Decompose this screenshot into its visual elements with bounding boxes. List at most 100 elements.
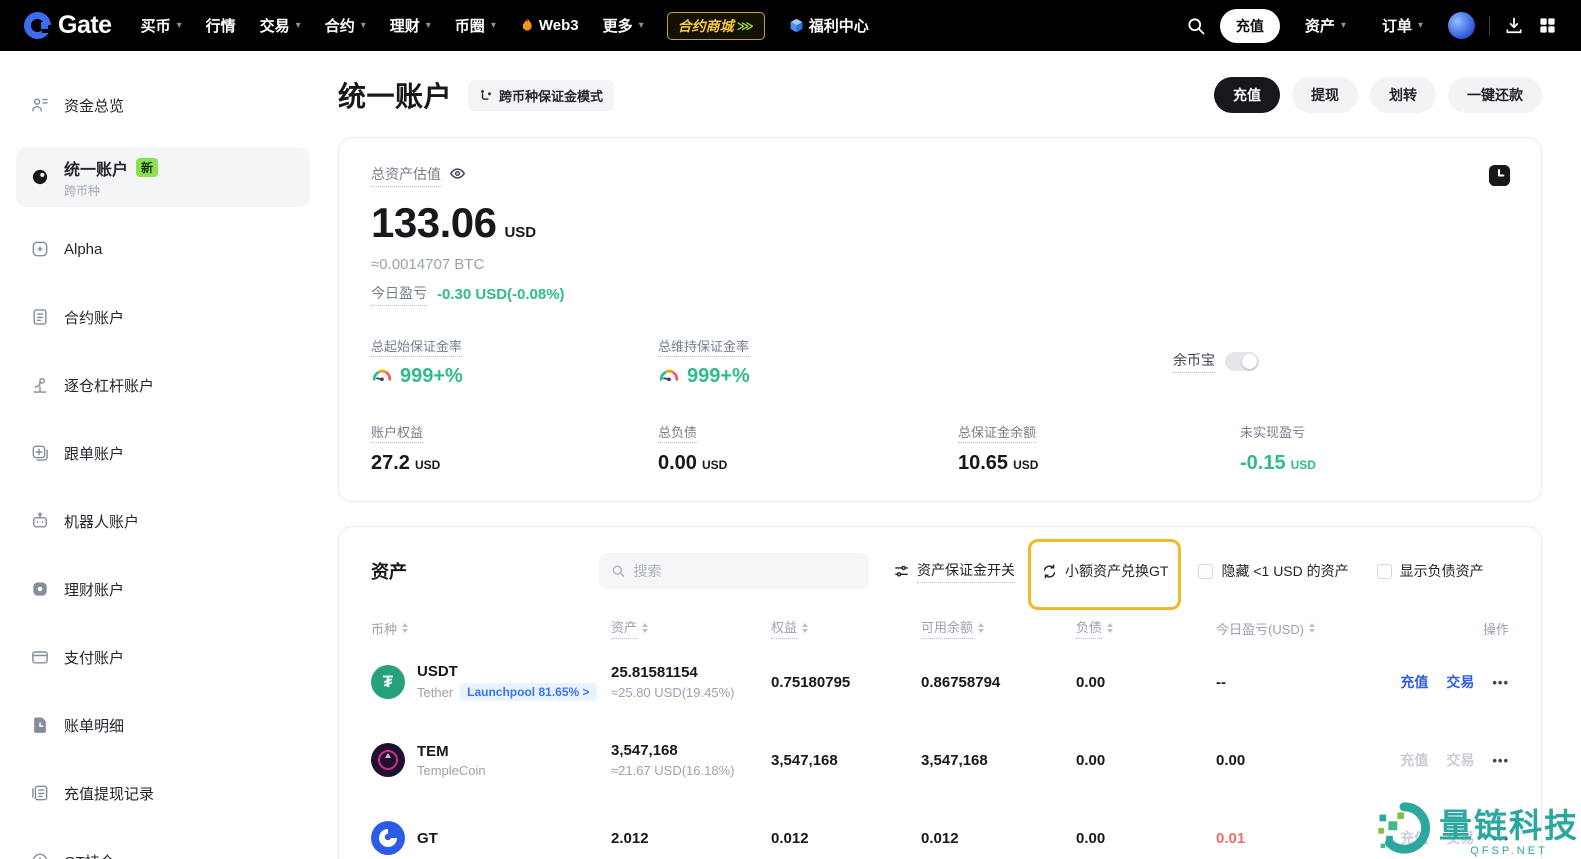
sidebar-item-alpha[interactable]: Alpha <box>30 229 300 269</box>
futures-mall-badge[interactable]: 合约商城 <box>666 11 765 40</box>
deposit-button[interactable]: 充值 <box>1214 77 1280 113</box>
gate-logo-icon <box>24 12 51 39</box>
assets-search-input[interactable] <box>633 563 857 579</box>
gate-logo-text: Gate <box>58 11 112 39</box>
nav-item-futures[interactable]: 合约 <box>314 15 377 36</box>
search-icon[interactable] <box>1186 16 1206 36</box>
sidebar-item-deposit-withdraw-history[interactable]: 充值提现记录 <box>30 773 300 813</box>
column-debt[interactable]: 负债 <box>1076 617 1216 639</box>
table-row-usdt: ₮ USDT Tether Launchpool 81.65% > 25.815… <box>371 647 1509 717</box>
history-icon[interactable] <box>1488 164 1511 192</box>
earn-account-icon <box>33 582 47 596</box>
nav-deposit-button[interactable]: 充值 <box>1219 8 1280 43</box>
more-actions-icon[interactable] <box>1492 675 1509 690</box>
sidebar-item-payment-account[interactable]: 支付账户 <box>30 637 300 677</box>
column-coin[interactable]: 币种 <box>371 619 611 638</box>
gauge-icon <box>659 369 679 381</box>
table-row-tem: TEM TempleCoin 3,547,168 ≈21.67 USD(16.18… <box>371 725 1509 795</box>
avatar[interactable] <box>1448 12 1475 39</box>
gate-logo[interactable]: Gate <box>24 11 112 40</box>
convert-icon <box>1043 564 1056 578</box>
sidebar-item-funds-overview[interactable]: 资金总览 <box>30 85 300 125</box>
funds-overview-icon <box>32 98 48 112</box>
today-pnl-label: 今日盈亏 <box>371 283 427 306</box>
sidebar-item-futures-account[interactable]: 合约账户 <box>30 297 300 337</box>
overview-card: 总资产估值 133.06 USD ≈0.0014707 BTC 今日盈亏 -0.… <box>338 137 1542 502</box>
copy-trading-icon <box>32 445 48 461</box>
total-asset-label: 总资产估值 <box>371 164 441 187</box>
trade-action-disabled: 交易 <box>1446 752 1475 768</box>
margin-switch-control[interactable]: 资产保证金开关 <box>893 560 1015 583</box>
stat-account-equity: 账户权益 27.2 USD <box>371 425 441 474</box>
nav-item-trade[interactable]: 交易 <box>249 15 312 36</box>
total-asset-value: 133.06 <box>371 199 497 246</box>
yubibao-block: 余币宝 <box>1173 350 1509 373</box>
column-assets[interactable]: 资产 <box>611 617 771 639</box>
margin-switch-icon <box>895 565 908 577</box>
more-actions-icon[interactable] <box>1492 831 1509 846</box>
futures-account-icon <box>33 309 47 325</box>
nav-item-more[interactable]: 更多 <box>592 15 655 36</box>
bill-details-icon <box>34 717 46 733</box>
nav-divider <box>1489 15 1490 36</box>
main-content: 统一账户 跨币种保证金模式 充值 提现 划转 一键还款 总资产估值 133.06… <box>318 51 1581 859</box>
column-available[interactable]: 可用余额 <box>921 617 1076 639</box>
assets-table-header: 币种 资产 权益 可用余额 负债 今日盈亏(USD) 操作 <box>371 617 1509 639</box>
download-app-icon[interactable] <box>1504 16 1524 36</box>
nav-item-buy-crypto[interactable]: 买币 <box>130 15 193 36</box>
total-asset-unit: USD <box>504 224 537 241</box>
eye-icon[interactable] <box>449 165 466 187</box>
nav-item-earn[interactable]: 理财 <box>379 15 442 36</box>
new-badge: 新 <box>136 158 159 177</box>
search-box[interactable] <box>599 553 869 589</box>
top-nav: Gate 买币 行情 交易 合约 理财 币圈 Web3 更多 合约商城 福利中心… <box>0 0 1581 51</box>
sidebar-item-subtitle: 跨币种 <box>64 183 101 198</box>
yubibao-toggle[interactable] <box>1225 352 1259 371</box>
sidebar-item-gt-holdings[interactable]: GT持仓 <box>30 841 300 859</box>
deposit-action[interactable]: 充值 <box>1400 672 1428 692</box>
sidebar-item-earn-account[interactable]: 理财账户 <box>30 569 300 609</box>
margin-mode-badge[interactable]: 跨币种保证金模式 <box>468 79 615 111</box>
usdt-coin-icon: ₮ <box>371 665 405 699</box>
nav-item-assets[interactable]: 资产 <box>1294 15 1357 36</box>
maintenance-margin-label: 总维持保证金率 <box>658 339 750 357</box>
sidebar-item-bot-account[interactable]: 机器人账户 <box>30 501 300 541</box>
sidebar-item-isolated-margin-account[interactable]: 逐仓杠杆账户 <box>30 365 300 405</box>
search-icon <box>612 565 625 577</box>
alpha-icon <box>32 241 48 257</box>
assets-card: 资产 资产保证金开关 小额资产兑换GT 隐藏 <1 USD 的资产 <box>338 526 1542 859</box>
withdraw-button[interactable]: 提现 <box>1292 77 1358 113</box>
one-click-repay-button[interactable]: 一键还款 <box>1448 77 1542 113</box>
column-equity[interactable]: 权益 <box>771 617 921 639</box>
nav-item-square[interactable]: 币圈 <box>444 15 507 36</box>
nav-item-orders[interactable]: 订单 <box>1371 15 1434 36</box>
sidebar-item-bill-details[interactable]: 账单明细 <box>30 705 300 745</box>
maintenance-margin-value: 999+% <box>687 365 750 387</box>
isolated-margin-icon <box>33 377 47 393</box>
nav-item-web3[interactable]: Web3 <box>509 17 590 34</box>
nav-item-welfare-center[interactable]: 福利中心 <box>777 15 880 36</box>
sidebar-item-unified-account[interactable]: 统一账户 新 跨币种 <box>16 147 310 207</box>
apps-grid-icon[interactable] <box>1538 16 1557 35</box>
convert-small-assets-control[interactable]: 小额资产兑换GT <box>1027 539 1182 610</box>
maintenance-margin-block: 总维持保证金率 999+% <box>658 336 958 388</box>
initial-margin-value: 999+% <box>400 365 463 387</box>
deposit-action-disabled: 充值 <box>1400 752 1429 768</box>
sidebar-item-copy-trading-account[interactable]: 跟单账户 <box>30 433 300 473</box>
unified-account-icon <box>32 169 48 185</box>
tem-coin-icon <box>371 743 405 777</box>
hide-small-assets-checkbox[interactable]: 隐藏 <1 USD 的资产 <box>1198 561 1349 581</box>
launchpool-tag[interactable]: Launchpool 81.65% > <box>460 683 597 701</box>
btc-equivalent: ≈0.0014707 BTC <box>371 256 485 273</box>
stat-total-debt: 总负债 0.00 USD <box>658 425 728 474</box>
checkbox-icon <box>1198 563 1214 579</box>
transfer-button[interactable]: 划转 <box>1370 77 1436 113</box>
column-today-pnl[interactable]: 今日盈亏(USD) <box>1216 619 1366 638</box>
nav-right-group: 充值 资产 订单 <box>1186 8 1557 43</box>
show-debt-assets-checkbox[interactable]: 显示负债资产 <box>1376 561 1484 581</box>
stat-margin-balance: 总保证金余额 10.65 USD <box>958 425 1039 474</box>
stat-unrealized-pnl: 未实现盈亏 -0.15 USD <box>1240 425 1316 474</box>
more-actions-icon[interactable] <box>1492 753 1509 768</box>
trade-action[interactable]: 交易 <box>1446 672 1474 692</box>
nav-item-markets[interactable]: 行情 <box>195 15 247 36</box>
